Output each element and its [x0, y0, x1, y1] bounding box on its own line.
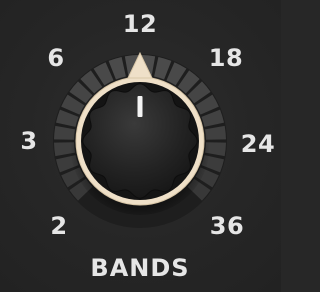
tick-label-18: 18 — [208, 44, 244, 72]
bands-control-panel: 2 3 6 12 18 24 36 BANDS — [0, 0, 281, 292]
tick-label-3: 3 — [20, 127, 38, 155]
tick-label-12: 12 — [122, 10, 158, 38]
control-label: BANDS — [90, 254, 190, 282]
tick-label-6: 6 — [47, 44, 65, 72]
tick-label-24: 24 — [240, 130, 276, 158]
tick-label-36: 36 — [209, 212, 245, 240]
knob-indicator — [137, 96, 143, 117]
tick-label-2: 2 — [50, 212, 68, 240]
